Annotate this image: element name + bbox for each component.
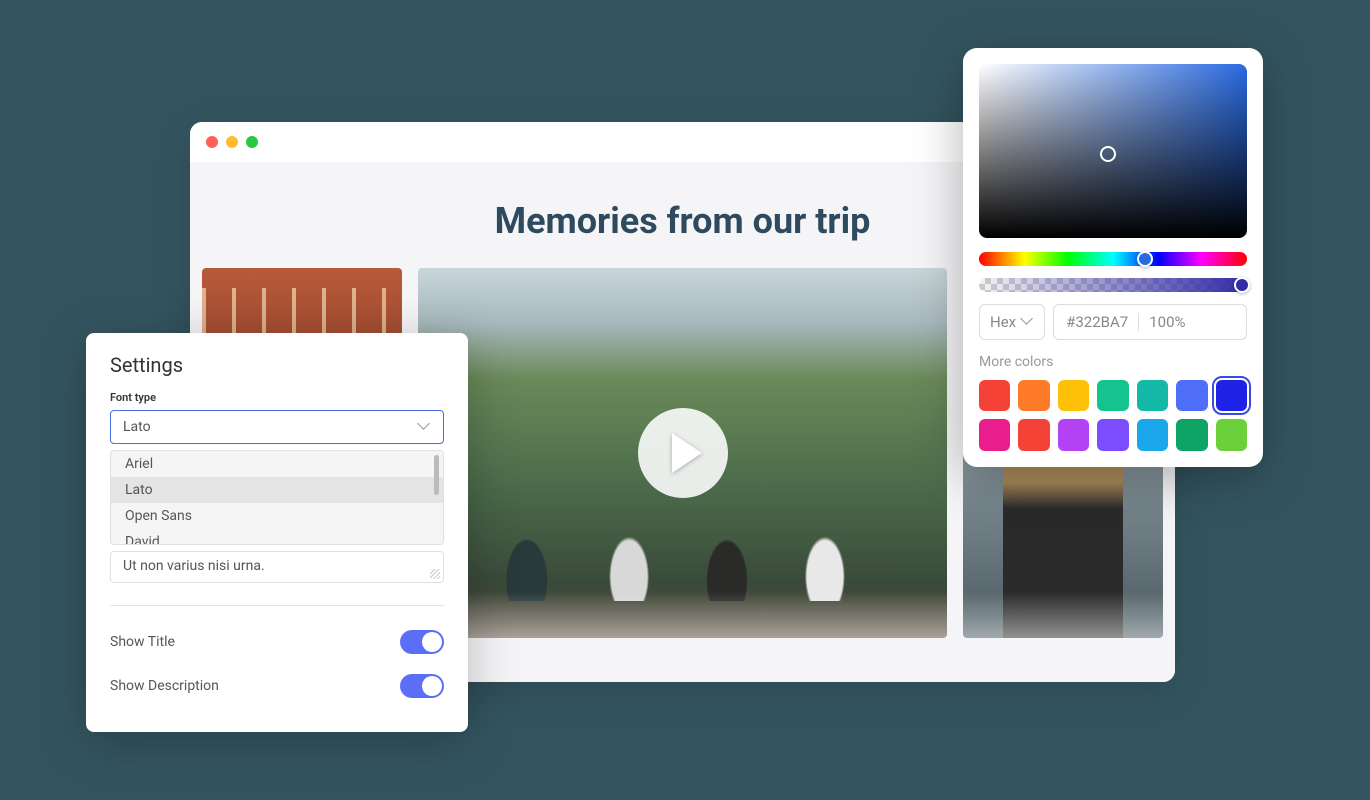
color-swatch[interactable] xyxy=(1018,419,1049,450)
color-swatch[interactable] xyxy=(1176,380,1207,411)
textarea-value: Ut non varius nisi urna. xyxy=(123,558,265,574)
color-swatch[interactable] xyxy=(1176,419,1207,450)
divider xyxy=(110,605,444,606)
color-swatch[interactable] xyxy=(979,380,1010,411)
settings-title: Settings xyxy=(110,353,444,377)
color-swatch[interactable] xyxy=(1058,419,1089,450)
font-option-lato[interactable]: Lato xyxy=(111,477,443,503)
show-description-label: Show Description xyxy=(110,678,219,694)
saturation-value-area[interactable] xyxy=(979,64,1247,238)
color-swatch[interactable] xyxy=(1216,380,1247,411)
color-swatch[interactable] xyxy=(1137,419,1168,450)
divider xyxy=(1138,313,1139,331)
color-swatch[interactable] xyxy=(1216,419,1247,450)
color-input-row: Hex #322BA7 100% xyxy=(979,304,1247,340)
show-title-toggle[interactable] xyxy=(400,630,444,654)
alpha-slider[interactable] xyxy=(979,278,1247,292)
color-swatch[interactable] xyxy=(1137,380,1168,411)
hue-slider[interactable] xyxy=(979,252,1247,266)
chevron-down-icon xyxy=(1022,316,1034,328)
color-swatch[interactable] xyxy=(1058,380,1089,411)
dropdown-scrollbar[interactable] xyxy=(434,455,439,495)
hue-thumb[interactable] xyxy=(1137,251,1153,267)
font-option-opensans[interactable]: Open Sans xyxy=(111,503,443,529)
font-type-value: Lato xyxy=(123,419,151,435)
show-title-label: Show Title xyxy=(110,634,175,650)
toggle-knob xyxy=(422,632,442,652)
color-format-value: Hex xyxy=(990,313,1016,331)
sv-cursor[interactable] xyxy=(1100,146,1116,162)
resize-handle-icon[interactable] xyxy=(430,569,440,579)
window-maximize-button[interactable] xyxy=(246,136,258,148)
play-icon xyxy=(672,433,702,473)
color-swatch[interactable] xyxy=(1097,380,1128,411)
window-minimize-button[interactable] xyxy=(226,136,238,148)
alpha-thumb[interactable] xyxy=(1234,277,1250,293)
settings-panel: Settings Font type Lato Ariel Lato Open … xyxy=(86,333,468,732)
toggle-knob xyxy=(422,676,442,696)
show-title-row: Show Title xyxy=(110,620,444,664)
font-option-david[interactable]: David xyxy=(111,529,443,545)
color-value-box[interactable]: #322BA7 100% xyxy=(1053,304,1247,340)
color-swatch[interactable] xyxy=(979,419,1010,450)
show-description-row: Show Description xyxy=(110,664,444,708)
gallery-item-center[interactable] xyxy=(418,268,947,638)
font-option-ariel[interactable]: Ariel xyxy=(111,451,443,477)
description-textarea[interactable]: Ut non varius nisi urna. xyxy=(110,551,444,583)
color-swatch[interactable] xyxy=(1018,380,1049,411)
font-type-select[interactable]: Lato xyxy=(110,410,444,444)
window-close-button[interactable] xyxy=(206,136,218,148)
alpha-value: 100% xyxy=(1149,313,1185,331)
font-type-dropdown: Ariel Lato Open Sans David xyxy=(110,450,444,545)
hex-value: #322BA7 xyxy=(1066,313,1128,331)
color-swatch[interactable] xyxy=(1097,419,1128,450)
show-description-toggle[interactable] xyxy=(400,674,444,698)
play-button[interactable] xyxy=(638,408,728,498)
chevron-down-icon xyxy=(419,421,431,433)
color-picker-panel: Hex #322BA7 100% More colors xyxy=(963,48,1263,467)
font-type-label: Font type xyxy=(110,391,444,404)
color-format-select[interactable]: Hex xyxy=(979,304,1045,340)
more-colors-label: More colors xyxy=(979,354,1247,370)
swatch-grid xyxy=(979,380,1247,451)
